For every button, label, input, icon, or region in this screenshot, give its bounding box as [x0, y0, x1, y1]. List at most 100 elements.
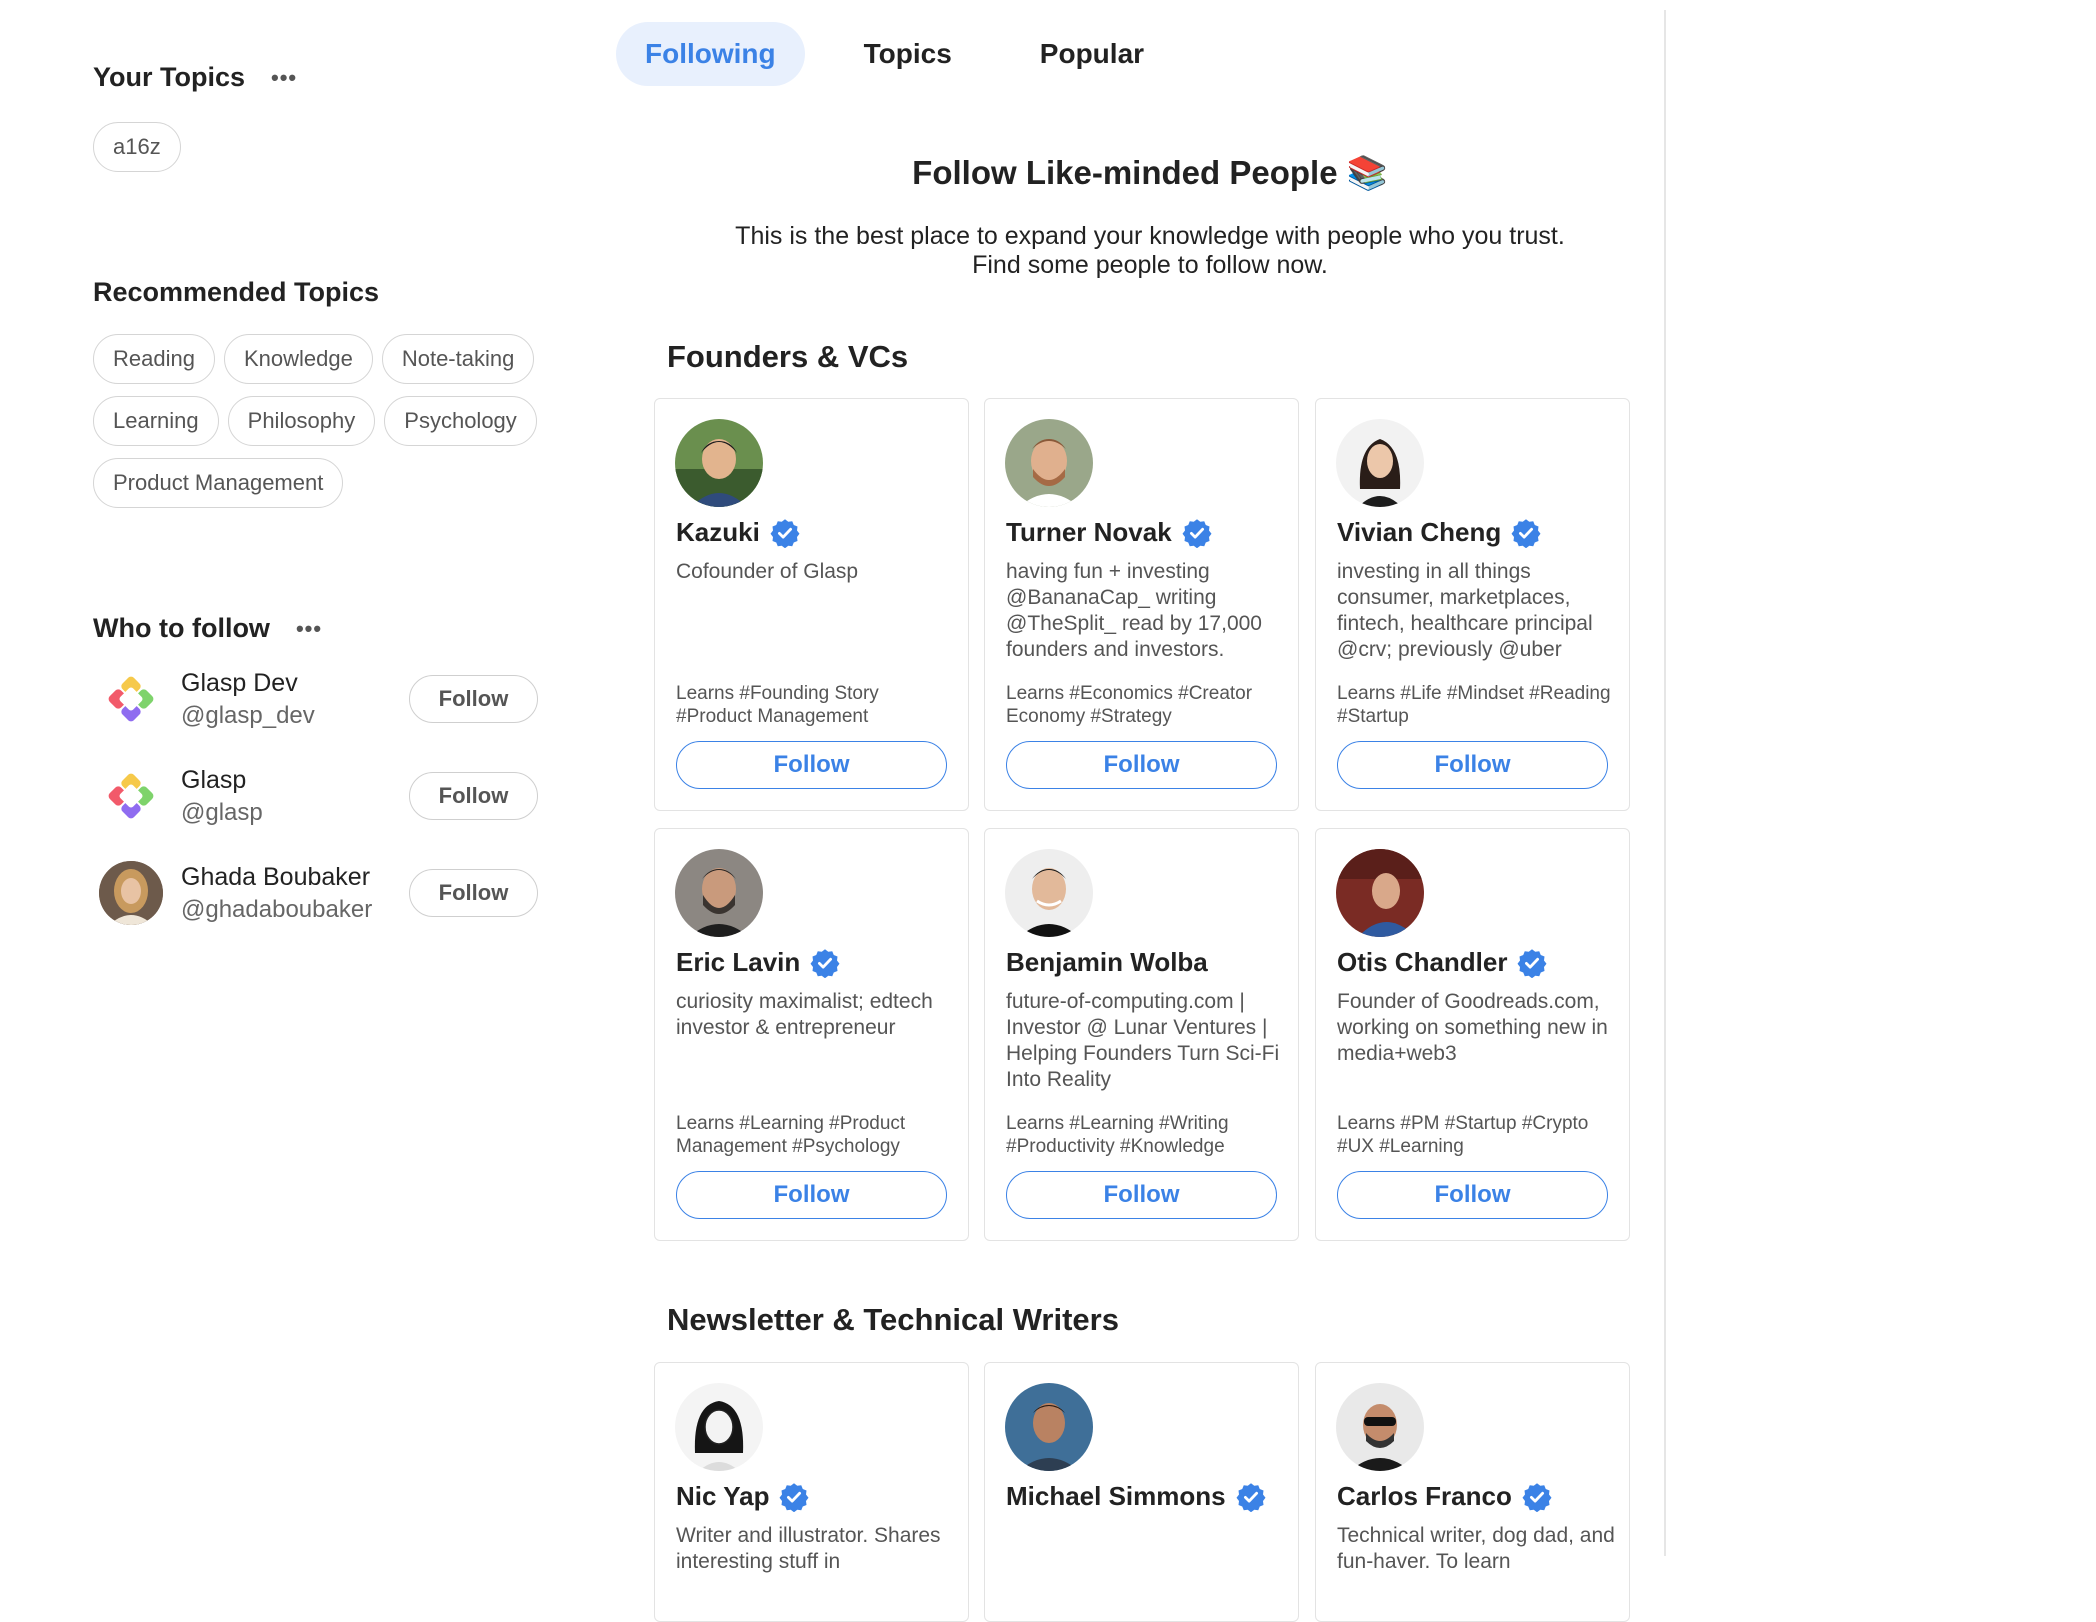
avatar[interactable]: [675, 849, 763, 937]
person-learns: Learns #PM #Startup #Crypto #UX #Learnin…: [1337, 1113, 1589, 1157]
recommended-topics-heading: Recommended Topics: [93, 277, 379, 308]
verified-badge-icon: [779, 1482, 809, 1512]
recommended-chips-row-1: Reading Knowledge Note-taking: [93, 334, 535, 384]
follow-button[interactable]: Follow: [1337, 1171, 1608, 1219]
person-card: Turner Novak having fun + investing @Ban…: [984, 398, 1299, 811]
who-to-follow-handle: @glasp_dev: [181, 701, 315, 729]
person-card: Benjamin Wolba future-of-computing.com |…: [984, 828, 1299, 1241]
topic-chip-product-management[interactable]: Product Management: [93, 458, 344, 508]
glasp-logo-icon: [99, 667, 163, 731]
topic-chip-a16z[interactable]: a16z: [93, 122, 181, 172]
avatar[interactable]: [675, 419, 763, 507]
avatar[interactable]: [1336, 419, 1424, 507]
person-name[interactable]: Turner Novak: [1006, 517, 1172, 548]
who-to-follow-title: Who to follow: [93, 613, 270, 643]
verified-badge-icon: [1517, 948, 1547, 978]
who-to-follow-more-icon[interactable]: •••: [296, 617, 322, 640]
topic-chip-reading[interactable]: Reading: [93, 334, 215, 384]
your-topics-chips: a16z: [93, 122, 181, 172]
glasp-logo-icon: [99, 764, 163, 828]
avatar[interactable]: [1005, 849, 1093, 937]
tab-popular[interactable]: Popular: [1011, 22, 1173, 86]
follow-button[interactable]: Follow: [1006, 1171, 1277, 1219]
person-learns: Learns #Learning #Product Management #Ps…: [676, 1113, 906, 1157]
person-bio: Cofounder of Glasp: [676, 560, 859, 583]
recommended-topics-title: Recommended Topics: [93, 277, 380, 307]
your-topics-heading: Your Topics •••: [93, 62, 297, 93]
follow-button[interactable]: Follow: [1337, 741, 1608, 789]
who-to-follow-item[interactable]: Glasp @glasp Follow: [93, 761, 538, 831]
avatar[interactable]: [675, 1383, 763, 1471]
topic-chip-psychology[interactable]: Psychology: [384, 396, 537, 446]
person-card: Nic Yap Writer and illustrator. Shares i…: [654, 1362, 969, 1622]
follow-button[interactable]: Follow: [1006, 741, 1277, 789]
who-to-follow-name[interactable]: Ghada Boubaker: [181, 863, 372, 892]
avatar: [99, 861, 163, 925]
person-card: Eric Lavin curiosity maximalist; edtech …: [654, 828, 969, 1241]
who-to-follow-name[interactable]: Glasp Dev: [181, 669, 315, 698]
person-bio: curiosity maximalist; edtech investor & …: [676, 990, 933, 1039]
person-learns: Learns #Learning #Writing #Productivity …: [1006, 1113, 1229, 1157]
who-to-follow-item[interactable]: Glasp Dev @glasp_dev Follow: [93, 664, 538, 734]
follow-button[interactable]: Follow: [676, 741, 947, 789]
page-title: Follow Like-minded People 📚: [912, 154, 1388, 191]
avatar[interactable]: [1336, 849, 1424, 937]
follow-button[interactable]: Follow: [409, 675, 538, 723]
tab-following[interactable]: Following: [616, 22, 805, 86]
who-to-follow-item[interactable]: Ghada Boubaker @ghadaboubaker Follow: [93, 858, 538, 928]
person-name[interactable]: Nic Yap: [676, 1481, 769, 1512]
your-topics-more-icon[interactable]: •••: [271, 66, 297, 89]
person-learns: Learns #Economics #Creator Economy #Stra…: [1006, 683, 1253, 727]
verified-badge-icon: [770, 518, 800, 548]
person-card: Otis Chandler Founder of Goodreads.com, …: [1315, 828, 1630, 1241]
person-learns: Learns #Founding Story #Product Manageme…: [676, 683, 879, 727]
person-bio: investing in all things consumer, market…: [1337, 560, 1593, 661]
person-name[interactable]: Kazuki: [676, 517, 760, 548]
person-name[interactable]: Otis Chandler: [1337, 947, 1507, 978]
recommended-chips-row-2: Learning Philosophy Psychology: [93, 396, 537, 446]
person-card: Carlos Franco Technical writer, dog dad,…: [1315, 1362, 1630, 1622]
follow-button[interactable]: Follow: [409, 869, 538, 917]
person-bio: Founder of Goodreads.com, working on som…: [1337, 990, 1608, 1065]
topic-chip-note-taking[interactable]: Note-taking: [381, 334, 535, 384]
person-bio: Writer and illustrator. Shares interesti…: [676, 1524, 941, 1573]
topic-chip-learning[interactable]: Learning: [93, 396, 219, 446]
verified-badge-icon: [1182, 518, 1212, 548]
avatar[interactable]: [1005, 1383, 1093, 1471]
person-name[interactable]: Michael Simmons: [1006, 1481, 1226, 1512]
person-bio: future-of-computing.com | Investor @ Lun…: [1006, 990, 1280, 1091]
verified-badge-icon: [1236, 1482, 1266, 1512]
who-to-follow-handle: @glasp: [181, 798, 263, 826]
person-name[interactable]: Carlos Franco: [1337, 1481, 1512, 1512]
column-divider: [1664, 10, 1666, 1556]
recommended-chips-row-3: Product Management: [93, 458, 344, 508]
person-bio: having fun + investing @BananaCap_ writi…: [1006, 560, 1262, 661]
who-to-follow-handle: @ghadaboubaker: [181, 895, 373, 923]
verified-badge-icon: [810, 948, 840, 978]
topic-chip-philosophy[interactable]: Philosophy: [227, 396, 376, 446]
avatar[interactable]: [1336, 1383, 1424, 1471]
person-card: Kazuki Cofounder of Glasp Learns #Foundi…: [654, 398, 969, 811]
person-card: Michael Simmons: [984, 1362, 1299, 1622]
person-name[interactable]: Vivian Cheng: [1337, 517, 1501, 548]
person-learns: Learns #Life #Mindset #Reading #Startup: [1337, 683, 1611, 727]
avatar[interactable]: [1005, 419, 1093, 507]
person-name[interactable]: Benjamin Wolba: [1006, 947, 1208, 978]
feed-tabs: Following Topics Popular: [616, 22, 1203, 86]
person-bio: Technical writer, dog dad, and fun-haver…: [1337, 1524, 1615, 1573]
verified-badge-icon: [1511, 518, 1541, 548]
section-title-founders: Founders & VCs: [667, 339, 909, 374]
your-topics-title: Your Topics: [93, 62, 246, 92]
follow-button[interactable]: Follow: [409, 772, 538, 820]
who-to-follow-heading: Who to follow •••: [93, 613, 322, 644]
who-to-follow-name[interactable]: Glasp: [181, 766, 263, 795]
tab-topics[interactable]: Topics: [835, 22, 981, 86]
topic-chip-knowledge[interactable]: Knowledge: [223, 334, 373, 384]
follow-button[interactable]: Follow: [676, 1171, 947, 1219]
page-subtitle: This is the best place to expand your kn…: [650, 222, 1650, 280]
intro-line: Find some people to follow now.: [972, 251, 1328, 279]
intro-line: This is the best place to expand your kn…: [735, 222, 1565, 250]
section-title-newsletter: Newsletter & Technical Writers: [667, 1302, 1119, 1337]
person-name[interactable]: Eric Lavin: [676, 947, 800, 978]
person-card: Vivian Cheng investing in all things con…: [1315, 398, 1630, 811]
